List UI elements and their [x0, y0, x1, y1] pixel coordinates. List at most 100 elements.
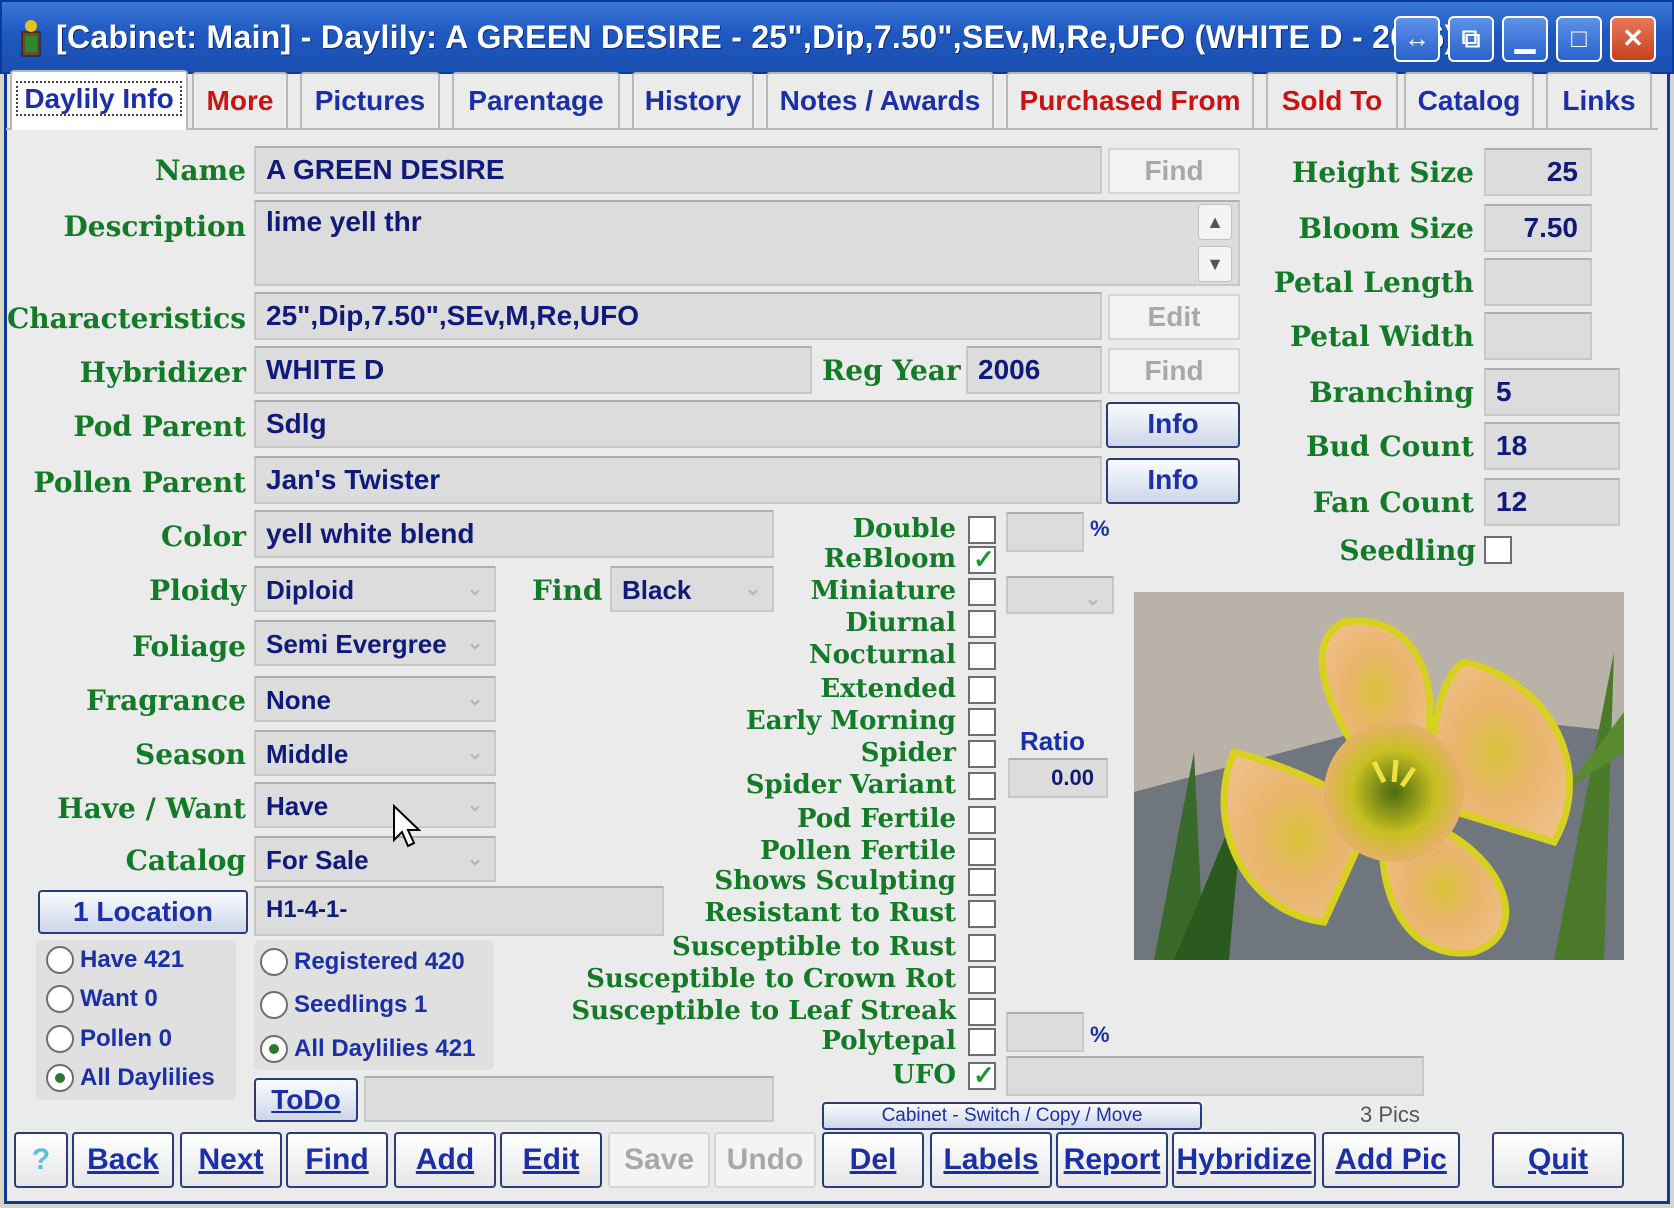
tab-daylily-info[interactable]: Daylily Info — [10, 70, 188, 130]
cb-pollen-fertile[interactable] — [968, 838, 996, 866]
characteristics-field[interactable]: 25",Dip,7.50",SEv,M,Re,UFO — [254, 292, 1102, 340]
tab-notes-awards[interactable]: Notes / Awards — [766, 72, 994, 128]
cb-early-morning[interactable] — [968, 708, 996, 736]
ploidy-value: Diploid — [266, 575, 355, 605]
tab-history[interactable]: History — [632, 72, 754, 128]
maximize-button[interactable]: □ — [1556, 16, 1602, 62]
find-name-button[interactable]: Find — [1108, 148, 1240, 194]
ratio-field[interactable]: 0.00 — [1008, 758, 1108, 798]
name-field[interactable]: A GREEN DESIRE — [254, 146, 1102, 194]
add-pic-button[interactable]: Add Pic — [1322, 1132, 1460, 1188]
double-percent-sign: % — [1090, 516, 1110, 541]
double-percent-field[interactable] — [1006, 512, 1084, 552]
ploidy-select[interactable]: Diploid ⌄ — [254, 566, 496, 612]
edit-button[interactable]: Edit — [500, 1132, 602, 1188]
edit-characteristics-button[interactable]: Edit — [1108, 294, 1240, 340]
find-hybridizer-button[interactable]: Find — [1108, 348, 1240, 394]
cb-diurnal[interactable] — [968, 610, 996, 638]
radio-pollen[interactable] — [46, 1025, 74, 1053]
tile-button[interactable]: ⧉ — [1448, 16, 1494, 62]
fan-count-field[interactable]: 12 — [1484, 478, 1620, 526]
radio-seedlings[interactable] — [260, 991, 288, 1019]
back-button[interactable]: Back — [72, 1132, 174, 1188]
todo-button[interactable]: ToDo — [254, 1078, 358, 1122]
cb-extended[interactable] — [968, 676, 996, 704]
quit-button[interactable]: Quit — [1492, 1132, 1624, 1188]
tab-catalog[interactable]: Catalog — [1404, 72, 1534, 128]
description-field[interactable]: lime yell thr — [254, 200, 1240, 286]
location-button[interactable]: 1 Location — [38, 890, 248, 934]
reg-year-field[interactable]: 2006 — [966, 346, 1102, 394]
radio-all-daylilies[interactable] — [46, 1064, 74, 1092]
cb-leaf-streak[interactable] — [968, 998, 996, 1026]
branching-field[interactable]: 5 — [1484, 368, 1620, 416]
tab-sold-to[interactable]: Sold To — [1266, 72, 1398, 128]
ufo-field[interactable] — [1006, 1056, 1424, 1096]
tab-purchased-from[interactable]: Purchased From — [1006, 72, 1254, 128]
find-button[interactable]: Find — [286, 1132, 388, 1188]
close-button[interactable]: ✕ — [1610, 16, 1656, 62]
polytepal-percent-field[interactable] — [1006, 1012, 1084, 1052]
height-size-label: Height Size — [1291, 156, 1474, 189]
radio-have[interactable] — [46, 946, 74, 974]
help-button[interactable]: ? — [14, 1132, 68, 1188]
petal-width-field[interactable] — [1484, 312, 1592, 360]
save-button[interactable]: Save — [608, 1132, 710, 1188]
pod-parent-info-button[interactable]: Info — [1106, 402, 1240, 448]
delete-button[interactable]: Del — [822, 1132, 924, 1188]
cb-miniature-label: Miniature — [810, 576, 956, 606]
cb-nocturnal[interactable] — [968, 642, 996, 670]
cb-double[interactable] — [968, 516, 996, 544]
catalog-value: For Sale — [266, 845, 369, 875]
cb-crown-rot[interactable] — [968, 966, 996, 994]
branching-label: Branching — [1309, 376, 1474, 409]
hybridizer-field[interactable]: WHITE D — [254, 346, 812, 394]
check-icon: ✓ — [973, 1060, 995, 1090]
radio-registered[interactable] — [260, 948, 288, 976]
description-scroll-down[interactable]: ▼ — [1198, 246, 1232, 282]
cabinet-switch-button[interactable]: Cabinet - Switch / Copy / Move — [822, 1102, 1202, 1130]
hybridize-button[interactable]: Hybridize — [1172, 1132, 1316, 1188]
description-scroll-up[interactable]: ▲ — [1198, 204, 1232, 240]
cb-spider-variant[interactable] — [968, 772, 996, 800]
minimize-button[interactable]: ▁ — [1502, 16, 1548, 62]
tab-links[interactable]: Links — [1546, 72, 1652, 128]
season-value: Middle — [266, 739, 349, 769]
cb-resistant-rust[interactable] — [968, 900, 996, 928]
undo-button[interactable]: Undo — [714, 1132, 816, 1188]
cb-seedling[interactable] — [1484, 536, 1512, 564]
foliage-select[interactable]: Semi Evergree ⌄ — [254, 620, 496, 666]
radio-all-daylilies-reg[interactable] — [260, 1035, 288, 1063]
fragrance-select[interactable]: None ⌄ — [254, 676, 496, 722]
tab-more[interactable]: More — [192, 72, 288, 128]
add-button[interactable]: Add — [394, 1132, 496, 1188]
bud-count-field[interactable]: 18 — [1484, 422, 1620, 470]
have-want-select[interactable]: Have ⌄ — [254, 782, 496, 828]
pod-parent-field[interactable]: Sdlg — [254, 400, 1102, 448]
tab-pictures[interactable]: Pictures — [300, 72, 440, 128]
cb-shows-sculpting[interactable] — [968, 868, 996, 896]
catalog-select[interactable]: For Sale ⌄ — [254, 836, 496, 882]
cb-pod-fertile[interactable] — [968, 806, 996, 834]
pollen-parent-field[interactable]: Jan's Twister — [254, 456, 1102, 504]
daylily-photo[interactable] — [1134, 592, 1624, 960]
radio-want[interactable] — [46, 985, 74, 1013]
chevron-down-icon: ⌄ — [466, 688, 484, 710]
cb-rebloom[interactable]: ✓ — [968, 544, 996, 574]
report-button[interactable]: Report — [1056, 1132, 1168, 1188]
cb-spider[interactable] — [968, 740, 996, 768]
next-button[interactable]: Next — [180, 1132, 282, 1188]
pollen-parent-info-button[interactable]: Info — [1106, 458, 1240, 504]
season-select[interactable]: Middle ⌄ — [254, 730, 496, 776]
tab-parentage[interactable]: Parentage — [452, 72, 620, 128]
miniature-select[interactable]: ⌄ — [1006, 576, 1114, 614]
cb-susceptible-rust[interactable] — [968, 934, 996, 962]
labels-button[interactable]: Labels — [930, 1132, 1052, 1188]
cb-miniature[interactable] — [968, 578, 996, 606]
bloom-size-field[interactable]: 7.50 — [1484, 204, 1592, 252]
petal-length-field[interactable] — [1484, 258, 1592, 306]
cb-polytepal[interactable] — [968, 1028, 996, 1056]
cb-ufo[interactable]: ✓ — [968, 1060, 996, 1090]
height-size-field[interactable]: 25 — [1484, 148, 1592, 196]
restore-alt-button[interactable]: ↔ — [1394, 16, 1440, 62]
